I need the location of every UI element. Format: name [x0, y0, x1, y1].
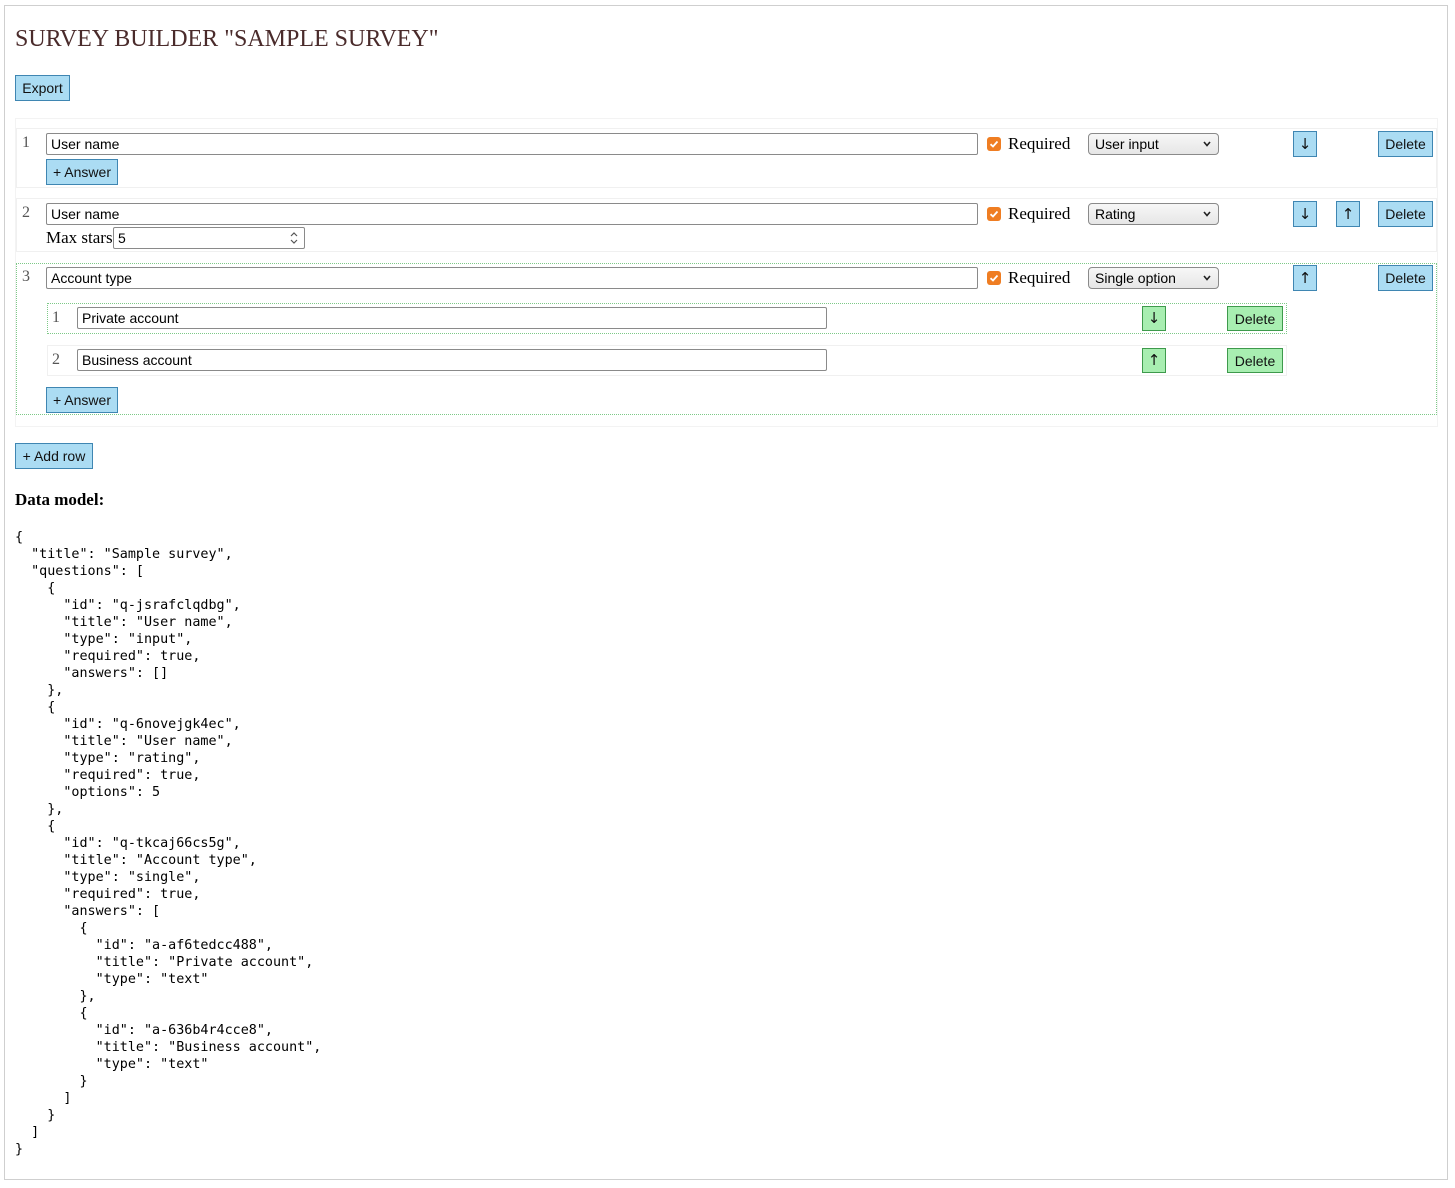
question-title-input[interactable]: [46, 267, 978, 289]
arrow-down-icon: ↓: [1147, 309, 1161, 327]
required-label: Required: [1008, 268, 1071, 287]
move-up-button[interactable]: ↑: [1336, 201, 1360, 227]
question-index: 1: [22, 134, 30, 151]
move-up-button[interactable]: ↑: [1293, 265, 1317, 291]
arrow-down-icon: ↓: [1298, 134, 1312, 153]
question-type-select[interactable]: User input: [1088, 133, 1219, 155]
arrow-up-icon: ↑: [1341, 204, 1355, 223]
page-title: SURVEY BUILDER "SAMPLE SURVEY": [15, 26, 439, 52]
data-model-json: { "title": "Sample survey", "questions":…: [15, 530, 322, 1157]
question-type-value: User input: [1095, 136, 1159, 152]
required-label: Required: [1008, 204, 1071, 223]
chevron-down-icon: [1203, 141, 1211, 147]
question-title-input[interactable]: [46, 203, 978, 225]
answer-index: 1: [52, 309, 60, 326]
data-model-heading: Data model:: [15, 490, 105, 509]
required-checkbox[interactable]: [987, 137, 1001, 151]
answer-index: 2: [52, 351, 60, 368]
required-checkbox[interactable]: [987, 207, 1001, 221]
answer-move-up-button[interactable]: ↑: [1142, 348, 1166, 373]
max-stars-value: 5: [118, 230, 126, 246]
delete-question-button[interactable]: Delete: [1378, 131, 1433, 157]
max-stars-label: Max stars: [46, 228, 113, 247]
move-down-button[interactable]: ↓: [1293, 131, 1317, 157]
arrow-down-icon: ↓: [1298, 204, 1312, 223]
delete-answer-button[interactable]: Delete: [1227, 306, 1283, 331]
add-answer-button[interactable]: + Answer: [46, 159, 118, 185]
question-index: 3: [22, 268, 30, 285]
question-type-value: Rating: [1095, 206, 1136, 222]
check-icon: [989, 210, 999, 218]
delete-question-button[interactable]: Delete: [1378, 265, 1433, 291]
check-icon: [989, 274, 999, 282]
question-title-input[interactable]: [46, 133, 978, 155]
move-down-button[interactable]: ↓: [1293, 201, 1317, 227]
required-label: Required: [1008, 134, 1071, 153]
delete-question-button[interactable]: Delete: [1378, 201, 1433, 227]
question-type-select[interactable]: Rating: [1088, 203, 1219, 225]
chevron-down-icon: [1203, 275, 1211, 281]
spinner-icon[interactable]: [288, 230, 300, 246]
answer-move-down-button[interactable]: ↓: [1142, 306, 1166, 331]
arrow-up-icon: ↑: [1298, 268, 1312, 287]
question-type-value: Single option: [1095, 270, 1176, 286]
answer-title-input[interactable]: [77, 349, 827, 371]
delete-answer-button[interactable]: Delete: [1227, 348, 1283, 373]
add-answer-button[interactable]: + Answer: [46, 387, 118, 413]
add-row-button[interactable]: + Add row: [15, 443, 93, 469]
max-stars-input[interactable]: 5: [113, 227, 305, 249]
arrow-up-icon: ↑: [1147, 351, 1161, 369]
question-index: 2: [22, 204, 30, 221]
check-icon: [989, 140, 999, 148]
required-checkbox[interactable]: [987, 271, 1001, 285]
export-button[interactable]: Export: [15, 75, 70, 101]
question-type-select[interactable]: Single option: [1088, 267, 1219, 289]
answer-title-input[interactable]: [77, 307, 827, 329]
chevron-down-icon: [1203, 211, 1211, 217]
